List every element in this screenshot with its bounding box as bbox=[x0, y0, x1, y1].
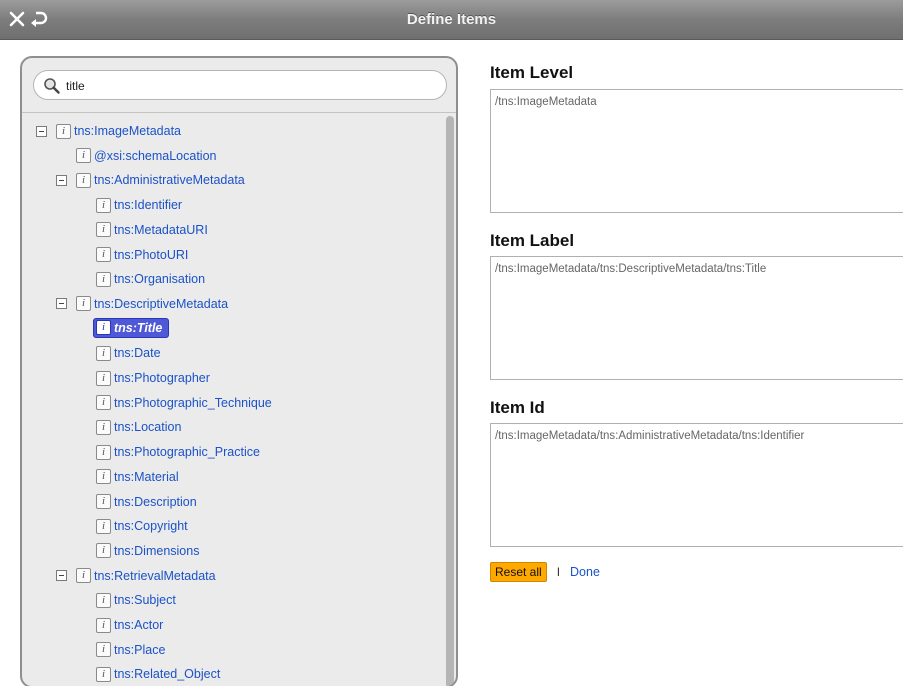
tree-node[interactable]: i tns:DescriptiveMetadata bbox=[56, 293, 228, 315]
info-icon: i bbox=[96, 469, 111, 485]
reset-all-button[interactable]: Reset all bbox=[490, 562, 547, 582]
info-icon: i bbox=[96, 271, 111, 287]
tree-node-label: tns:RetrievalMetadata bbox=[94, 568, 216, 583]
item-level-field[interactable]: /tns:ImageMetadata bbox=[490, 89, 903, 213]
tree-node-label: tns:MetadataURI bbox=[114, 222, 208, 237]
info-icon: i bbox=[96, 222, 111, 238]
tree-node-label: tns:Photographic_Technique bbox=[114, 395, 272, 410]
info-icon: i bbox=[96, 197, 111, 213]
tree-node-label: tns:Actor bbox=[114, 618, 164, 632]
tree-node-label: tns:Description bbox=[114, 494, 197, 509]
tree-node-label: tns:Photographic_Practice bbox=[114, 445, 260, 460]
info-icon: i bbox=[56, 123, 71, 139]
tree-node[interactable]: i tns:Date bbox=[96, 342, 161, 364]
tree-node-label: tns:AdministrativeMetadata bbox=[94, 173, 245, 188]
tree-node[interactable]: i tns:MetadataURI bbox=[96, 219, 208, 241]
tree-node[interactable]: i tns:ImageMetadata bbox=[36, 120, 181, 142]
info-icon: i bbox=[96, 320, 111, 336]
window-title: Define Items bbox=[406, 11, 497, 28]
item-label-title: Item Label bbox=[490, 231, 575, 250]
item-level-title: Item Level bbox=[490, 63, 574, 82]
action-separator: I bbox=[556, 565, 561, 579]
info-icon: i bbox=[96, 592, 111, 608]
schema-tree-panel: itns:ImageMetadatai@xsi:schemaLocationit… bbox=[20, 56, 458, 686]
tree-node[interactable]: i tns:RetrievalMetadata bbox=[56, 565, 216, 587]
tree-node[interactable]: i tns:Dimensions bbox=[96, 540, 199, 562]
title-bar: Define Items bbox=[0, 0, 903, 40]
tree-node[interactable]: i tns:Photographer bbox=[96, 367, 210, 389]
tree-node-label: tns:ImageMetadata bbox=[74, 124, 182, 138]
info-icon: i bbox=[76, 148, 91, 164]
search-input[interactable] bbox=[66, 76, 436, 96]
form-actions: Reset all I Done bbox=[490, 562, 600, 582]
collapse-icon[interactable] bbox=[56, 570, 67, 582]
tree-node-label: tns:Identifier bbox=[114, 198, 183, 213]
item-label-field[interactable]: /tns:ImageMetadata/tns:DescriptiveMetada… bbox=[490, 256, 903, 380]
tree-node[interactable]: i tns:Place bbox=[96, 639, 165, 661]
tree-node-label: tns:PhotoURI bbox=[114, 247, 189, 262]
info-icon: i bbox=[96, 247, 111, 262]
info-icon: i bbox=[76, 296, 91, 312]
info-icon: i bbox=[96, 345, 111, 361]
tree-node[interactable]: i tns:Subject bbox=[96, 589, 176, 611]
info-icon: i bbox=[96, 370, 111, 386]
collapse-icon[interactable] bbox=[36, 125, 47, 137]
tree-node[interactable]: i tns:Location bbox=[96, 416, 181, 438]
info-icon: i bbox=[96, 395, 111, 411]
tree-node-label: tns:Organisation bbox=[114, 272, 206, 287]
info-icon: i bbox=[76, 568, 91, 584]
info-icon: i bbox=[96, 543, 111, 559]
tree-node[interactable]: i tns:Copyright bbox=[96, 515, 188, 537]
tree-node[interactable]: i tns:Related_Object bbox=[96, 663, 220, 685]
info-icon: i bbox=[96, 518, 111, 534]
tree-node-label: tns:Photographer bbox=[114, 371, 210, 385]
done-link[interactable]: Done bbox=[570, 565, 600, 579]
search-icon bbox=[43, 77, 61, 95]
divider bbox=[22, 112, 456, 113]
info-icon: i bbox=[96, 494, 111, 509]
tree-node[interactable]: i tns:Description bbox=[96, 491, 197, 513]
tree-node[interactable]: i @xsi:schemaLocation bbox=[76, 145, 216, 167]
item-id-field[interactable]: /tns:ImageMetadata/tns:AdministrativeMet… bbox=[490, 423, 903, 547]
tree-node[interactable]: i tns:Actor bbox=[96, 614, 163, 636]
tree-scrollbar[interactable] bbox=[446, 116, 454, 686]
tree-node-label: @xsi:schemaLocation bbox=[94, 148, 217, 163]
tree-node[interactable]: i tns:Photographic_Practice bbox=[96, 441, 260, 463]
info-icon: i bbox=[96, 642, 111, 658]
tree-node-label: tns:Related_Object bbox=[114, 667, 221, 682]
search-field[interactable] bbox=[33, 70, 447, 100]
tree-node[interactable]: i tns:Title bbox=[93, 317, 170, 338]
tree-node-label: tns:Location bbox=[114, 420, 182, 435]
tree-node-label: tns:Place bbox=[114, 642, 166, 657]
tree-node[interactable]: i tns:Material bbox=[96, 466, 179, 488]
tree-node[interactable]: i tns:Photographic_Technique bbox=[96, 392, 272, 414]
tree-node[interactable]: i tns:AdministrativeMetadata bbox=[56, 169, 245, 191]
tree-node[interactable]: i tns:Organisation bbox=[96, 268, 205, 290]
tree-node-label: tns:Date bbox=[114, 346, 161, 361]
item-id-title: Item Id bbox=[490, 398, 545, 417]
tree-node-label: tns:Copyright bbox=[114, 519, 188, 534]
tree-node-label: tns:Subject bbox=[114, 593, 176, 608]
tree-node-label: tns:Material bbox=[114, 469, 179, 484]
info-icon: i bbox=[96, 419, 111, 435]
tree-node-label: tns:Dimensions bbox=[114, 543, 200, 558]
tree-node-label: tns:Title bbox=[114, 320, 163, 335]
info-icon: i bbox=[96, 666, 111, 682]
collapse-icon[interactable] bbox=[56, 298, 67, 310]
tree-node-label: tns:DescriptiveMetadata bbox=[94, 296, 229, 311]
info-icon: i bbox=[76, 172, 91, 188]
tree-node[interactable]: i tns:PhotoURI bbox=[96, 244, 188, 266]
info-icon: i bbox=[96, 444, 111, 460]
tree-node[interactable]: i tns:Identifier bbox=[96, 194, 182, 216]
collapse-icon[interactable] bbox=[56, 174, 67, 186]
info-icon: i bbox=[96, 617, 111, 633]
